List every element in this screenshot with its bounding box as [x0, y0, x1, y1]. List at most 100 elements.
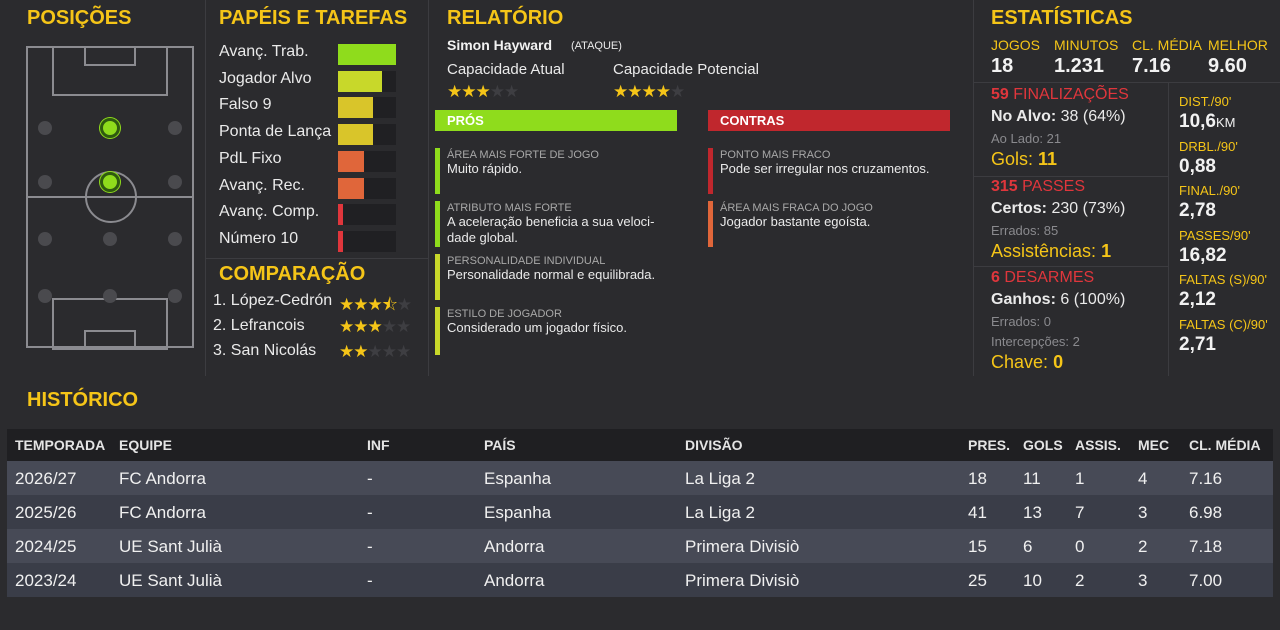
key-label: Chave:	[991, 352, 1049, 372]
potential-ability-stars: ★★★★★	[613, 82, 685, 102]
table-cell: -	[367, 571, 373, 590]
column-header[interactable]: PAÍS	[484, 437, 516, 453]
shots-heading: 59 FINALIZAÇÕES	[991, 86, 1129, 104]
table-cell: 2025/26	[15, 503, 77, 522]
role-rating-fill	[338, 124, 373, 146]
role-label: Avanç. Trab.	[219, 43, 309, 60]
table-row[interactable]: 2026/27 FC Andorra - Espanha La Liga 2 18 11 1 4…	[7, 461, 1273, 495]
table-cell: Espanha	[484, 503, 552, 522]
table-row[interactable]: 2023/24 UE Sant Julià - Andorra Primera Divi…	[7, 563, 1273, 597]
star-icon: ★	[367, 295, 383, 314]
completed-value: 230 (73%)	[1051, 200, 1126, 217]
role-label: PdL Fixo	[219, 149, 282, 167]
report-item-bar	[435, 254, 440, 300]
table-cell: 1	[1075, 469, 1085, 488]
column-header[interactable]: TEMPORADA	[15, 437, 105, 453]
report-item-label: ESTILO DE JOGADOR	[447, 308, 562, 320]
per90-number: 0,88	[1179, 155, 1216, 177]
star-icon: ★	[475, 82, 491, 101]
table-cell: FC Andorra	[119, 503, 206, 522]
role-label: Jogador Alvo	[219, 69, 312, 87]
report-item-text: Pode ser irregular nos cruzamentos.	[720, 161, 930, 176]
passes-heading: 315 PASSES	[991, 178, 1085, 196]
per90-number: 16,82	[1179, 244, 1227, 266]
passes-completed: Certos: 230 (73%)	[991, 200, 1125, 218]
table-cell: 18	[968, 469, 987, 488]
stat-label: MINUTOS	[1054, 37, 1119, 53]
role-rating-bar	[338, 177, 396, 199]
role-rating-bar	[338, 124, 396, 146]
table-cell: 6.98	[1189, 503, 1223, 522]
table-cell: 41	[968, 503, 987, 522]
report-item: PONTO MAIS FRACO Pode ser irregular nos c…	[708, 148, 948, 194]
position-dot	[168, 121, 182, 135]
on-target: No Alvo: 38 (64%)	[991, 108, 1126, 126]
report-item-text: Considerado um jogador físico.	[447, 320, 627, 335]
comparison-player[interactable]: 2. Lefrancois	[213, 317, 305, 335]
report-item-label: ATRIBUTO MAIS FORTE	[447, 202, 572, 214]
column-header[interactable]: ASSIS.	[1075, 437, 1121, 453]
star-icon: ★	[396, 342, 411, 361]
stat-value: 18	[991, 55, 1014, 77]
role-label: Avanç. Rec.	[219, 176, 305, 194]
per90-value: 2,12	[1179, 289, 1216, 311]
key-value: 0	[1053, 352, 1064, 372]
goals-value: 11	[1038, 149, 1058, 169]
report-item-bar	[435, 148, 440, 194]
column-header[interactable]: CL. MÉDIA	[1189, 437, 1261, 453]
star-icon: ★	[396, 317, 411, 336]
role-label: Número 10	[219, 229, 299, 247]
table-cell: Primera Divisiò	[685, 571, 800, 590]
column-header[interactable]: DIVISÃO	[685, 437, 743, 453]
star-icon: ★	[381, 317, 397, 336]
column-header[interactable]: MEC	[1138, 437, 1169, 453]
per90-unit: KM	[1215, 115, 1236, 130]
report-item: ATRIBUTO MAIS FORTE A aceleração benefici…	[435, 201, 675, 247]
comparison-player[interactable]: 1. López-Cedrón	[213, 292, 332, 310]
report-item-text: A aceleração beneficia a sua veloci-	[447, 214, 655, 229]
table-cell: 7	[1075, 503, 1085, 522]
stat-value: 7.16	[1132, 55, 1171, 77]
table-cell: 4	[1138, 469, 1148, 488]
table-row[interactable]: 2025/26 FC Andorra - Espanha La Liga 2 41 13 7 3…	[7, 495, 1273, 529]
role-rating-bar	[338, 70, 396, 92]
stat-label: CL. MÉDIA	[1132, 37, 1203, 53]
role-label: Ponta de Lança	[219, 123, 332, 141]
report-item-text: dade global.	[447, 230, 518, 245]
report-item-bar	[708, 148, 713, 194]
role-rating-bar	[338, 44, 396, 65]
table-cell: 3	[1138, 571, 1148, 590]
per90-number: 2,78	[1179, 200, 1216, 221]
on-target-value: 38 (64%)	[1060, 108, 1126, 125]
comparison-title: COMPARAÇÃO	[219, 263, 366, 285]
report-item-bar	[435, 201, 440, 247]
role-rating-fill	[338, 97, 373, 119]
column-header[interactable]: EQUIPE	[119, 437, 172, 453]
per90-label: FINAL./90'	[1179, 183, 1241, 198]
per90-label: DRBL./90'	[1179, 138, 1238, 154]
comparison-stars: ★★★★★	[339, 317, 411, 337]
positions-title: POSIÇÕES	[27, 7, 132, 29]
column-header[interactable]: PRES.	[968, 437, 1010, 453]
table-row[interactable]: 2024/25 UE Sant Julià - Andorra Primera Divi…	[7, 529, 1273, 563]
per90-label: FALTAS (C)/90'	[1179, 316, 1268, 332]
comparison-player[interactable]: 3. San Nicolás	[213, 342, 316, 360]
star-icon: ★	[655, 82, 671, 101]
per90-label: PASSES/90'	[1179, 227, 1251, 243]
potential-ability-label: Capacidade Potencial	[613, 61, 759, 78]
column-header[interactable]: INF	[367, 437, 390, 453]
history-title: HISTÓRICO	[27, 389, 139, 411]
table-cell: -	[367, 469, 373, 488]
position-dot	[38, 232, 52, 246]
role-rating-fill	[338, 70, 382, 92]
goals: Gols: 11	[991, 149, 1057, 170]
per90-value: 0,88	[1179, 156, 1216, 178]
column-header[interactable]: GOLS	[1023, 437, 1063, 453]
pitch-bottom-six	[84, 330, 136, 350]
report-item-text: Personalidade normal e equilibrada.	[447, 267, 656, 282]
star-icon: ★	[627, 82, 642, 101]
cons-header: CONTRAS	[708, 110, 950, 131]
per90-label: DIST./90'	[1179, 94, 1232, 109]
star-icon: ★	[461, 82, 476, 101]
history-header-row: TEMPORADA EQUIPE INF PAÍS DIVISÃO PRES. GOLS AS…	[7, 429, 1273, 461]
